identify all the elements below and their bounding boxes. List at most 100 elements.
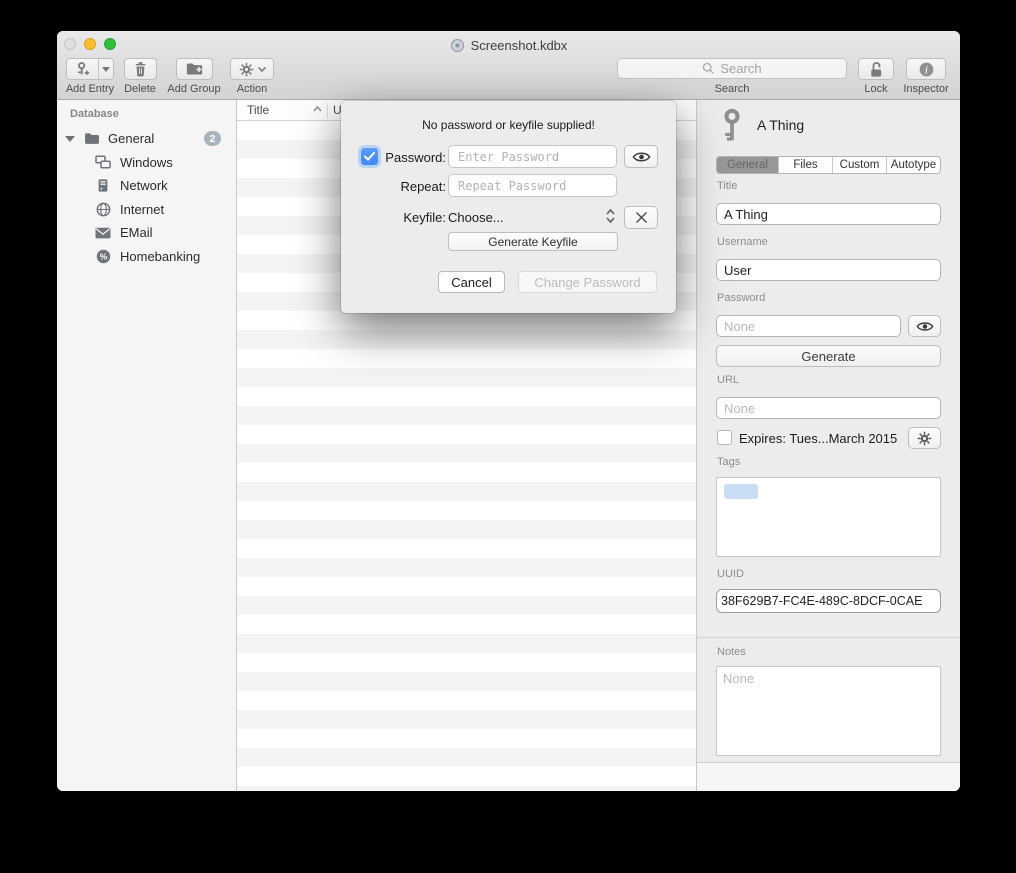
add-group-label: Add Group (167, 83, 220, 95)
inspector-button[interactable]: i (906, 58, 946, 80)
globe-icon (94, 202, 112, 217)
key-plus-icon (67, 61, 98, 77)
sidebar-header: Database (70, 108, 119, 120)
inspector-label: Inspector (903, 83, 948, 95)
stepper-icon[interactable] (605, 208, 616, 224)
trash-icon (134, 61, 147, 77)
network-icon (94, 178, 112, 193)
sidebar-item-homebanking[interactable]: % Homebanking (57, 245, 236, 269)
inspector-footer (697, 762, 960, 791)
search-placeholder: Search (720, 61, 761, 76)
close-x-icon (635, 211, 648, 224)
lock-label: Lock (864, 83, 887, 95)
action-button[interactable] (230, 58, 274, 80)
repeat-input[interactable] (448, 174, 617, 197)
eye-icon (632, 150, 651, 164)
svg-text:i: i (924, 64, 927, 76)
add-entry-label: Add Entry (66, 83, 114, 95)
section-divider (697, 637, 960, 638)
dialog-message: No password or keyfile supplied! (341, 118, 676, 132)
reveal-password-button[interactable] (908, 315, 941, 337)
chevron-down-icon (258, 67, 266, 72)
notes-field[interactable] (716, 666, 941, 756)
tags-box[interactable] (716, 477, 941, 557)
svg-text:%: % (99, 251, 107, 261)
username-field-label: Username (717, 236, 768, 248)
action-label: Action (237, 83, 268, 95)
unlock-icon (868, 61, 884, 78)
key-icon (721, 108, 743, 144)
tag-pill[interactable] (724, 484, 758, 499)
delete-button[interactable] (124, 58, 157, 80)
disclosure-triangle-icon[interactable] (65, 136, 75, 142)
column-divider[interactable] (327, 103, 328, 118)
change-password-button[interactable]: Change Password (518, 271, 657, 293)
uuid-field[interactable] (716, 589, 941, 613)
tab-general[interactable]: General (717, 157, 779, 173)
sidebar-item-general[interactable]: General 2 (57, 127, 236, 151)
entry-count-badge: 2 (204, 131, 221, 146)
username-field[interactable] (716, 259, 941, 281)
eye-icon (916, 320, 934, 333)
group-label: EMail (120, 225, 153, 240)
add-group-button[interactable] (176, 58, 213, 80)
mail-icon (94, 227, 112, 239)
repeat-label: Repeat: (379, 179, 446, 194)
titlebar-toolbar: Screenshot.kdbx Add En (57, 31, 960, 100)
password-label: Password: (379, 150, 446, 165)
sidebar-item-internet[interactable]: Internet (57, 198, 236, 222)
column-header-title[interactable]: Title (247, 103, 269, 117)
entry-title: A Thing (757, 117, 804, 133)
expires-settings-button[interactable] (908, 427, 941, 449)
uuid-label: UUID (717, 568, 744, 580)
expires-label: Expires: Tues...March 2015 (739, 431, 897, 446)
keyfile-label: Keyfile: (379, 210, 446, 225)
window-title-row: Screenshot.kdbx (57, 36, 960, 54)
folder-plus-icon (186, 62, 203, 76)
sidebar-item-email[interactable]: EMail (57, 221, 236, 245)
group-label: Windows (120, 155, 173, 170)
group-label: Internet (120, 202, 164, 217)
generate-password-button[interactable]: Generate (716, 345, 941, 367)
document-icon (450, 38, 465, 53)
password-field[interactable] (716, 315, 901, 337)
title-field-label: Title (717, 180, 737, 192)
password-checkbox[interactable] (361, 148, 378, 165)
title-field[interactable] (716, 203, 941, 225)
tab-custom[interactable]: Custom (833, 157, 887, 173)
windows-icon (94, 155, 112, 169)
inspector-panel: A Thing General Files Custom Autotype Ti… (696, 100, 960, 791)
reveal-password-button[interactable] (624, 145, 658, 168)
search-label: Search (715, 83, 750, 95)
group-tree: General 2 Windows (57, 127, 236, 268)
info-icon: i (918, 61, 935, 78)
cancel-button[interactable]: Cancel (438, 271, 505, 293)
search-icon (702, 62, 715, 75)
password-input[interactable] (448, 145, 617, 168)
password-field-label: Password (717, 292, 765, 304)
sidebar-item-windows[interactable]: Windows (57, 151, 236, 175)
delete-label: Delete (124, 83, 156, 95)
group-label: General (108, 131, 204, 146)
tab-files[interactable]: Files (779, 157, 833, 173)
tab-autotype[interactable]: Autotype (887, 157, 940, 173)
gear-icon (239, 62, 254, 77)
group-label: Network (120, 178, 168, 193)
add-entry-button[interactable] (66, 58, 114, 80)
checkmark-icon (364, 152, 375, 161)
tags-label: Tags (717, 456, 740, 468)
folder-icon (83, 132, 101, 145)
notes-label: Notes (717, 646, 746, 658)
sidebar-item-network[interactable]: Network (57, 174, 236, 198)
url-field[interactable] (716, 397, 941, 419)
chevron-down-icon[interactable] (99, 67, 113, 72)
clear-keyfile-button[interactable] (624, 206, 658, 229)
gear-icon (917, 431, 932, 446)
lock-button[interactable] (858, 58, 894, 80)
expires-checkbox[interactable] (717, 430, 732, 445)
keyfile-popup[interactable]: Choose... (448, 210, 504, 225)
search-input[interactable]: Search (617, 58, 847, 79)
group-label: Homebanking (120, 249, 200, 264)
desktop: Screenshot.kdbx Add En (0, 0, 1016, 873)
generate-keyfile-button[interactable]: Generate Keyfile (448, 232, 618, 251)
